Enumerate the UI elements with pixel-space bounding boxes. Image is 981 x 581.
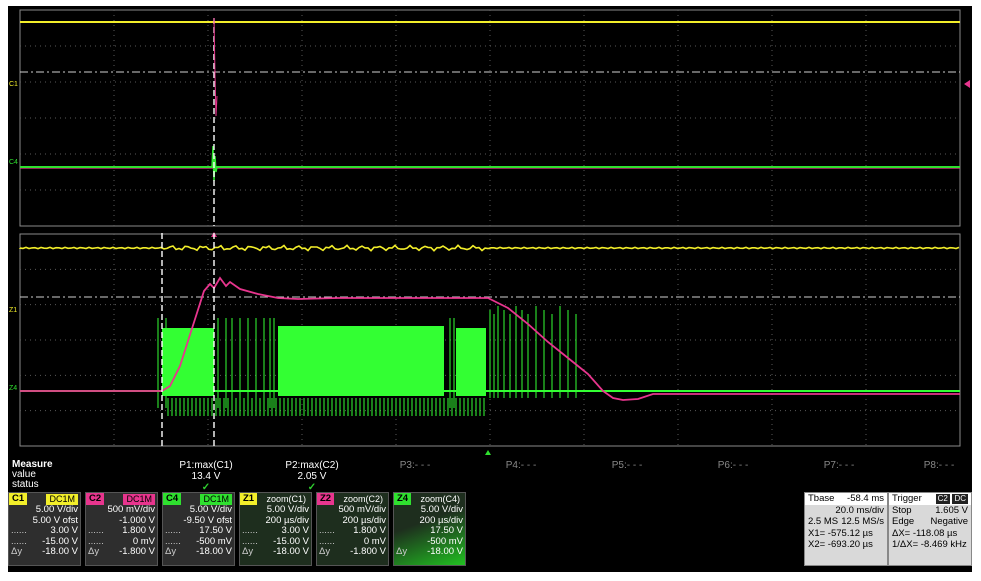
- tile-z4-source: zoom(C4): [420, 493, 460, 504]
- tile-c2-row5-key: Δy: [88, 546, 100, 557]
- tile-z4-name: Z4: [394, 493, 412, 505]
- z1-marker[interactable]: Z1: [9, 307, 17, 314]
- tile-c4-dy: -18.00 V: [196, 546, 232, 557]
- timebase-panel[interactable]: Tbase -58.4 ms 20.0 ms/div 2.5 MS 12.5 MS/…: [804, 492, 888, 566]
- tile-c2-name: C2: [86, 493, 105, 505]
- tile-c1-name: C1: [9, 493, 28, 505]
- waveform-area[interactable]: C1 C4 Z1 Z4: [8, 6, 972, 458]
- c4-marker[interactable]: C4: [9, 159, 18, 166]
- tile-c4-cursor1: 17.50 V: [199, 525, 232, 536]
- tile-c4-row3-key: ......: [165, 525, 181, 536]
- tile-c2-cursor1: 1.800 V: [122, 525, 155, 536]
- tile-z4-vdiv: 5.00 V/div: [420, 504, 463, 515]
- timebase-rate: 12.5 MS/s: [841, 516, 884, 528]
- tile-c1[interactable]: C1 DC1M 5.00 V/div 5.00 V ofst ...... 3.00…: [8, 492, 81, 566]
- param-p6[interactable]: P6:- - -: [698, 460, 768, 471]
- param-p4[interactable]: P4:- - -: [486, 460, 556, 471]
- trigger-source: C2: [935, 494, 950, 504]
- tile-z2-row3-key: ......: [319, 525, 335, 536]
- timebase-label: Tbase: [808, 493, 835, 504]
- z4-burst-block-2: [278, 326, 444, 396]
- param-p5[interactable]: P5:- - -: [592, 460, 662, 471]
- tile-c1-row5-key: Δy: [11, 546, 23, 557]
- tile-c2-vdiv: 500 mV/div: [107, 504, 155, 515]
- z4-marker[interactable]: Z4: [9, 385, 17, 392]
- tile-c4-coupling: DC1M: [200, 493, 232, 505]
- tile-z2-cursor1: 1.800 V: [353, 525, 386, 536]
- tile-z1[interactable]: Z1 zoom(C1) 5.00 V/div 200 µs/div ...... 3…: [239, 492, 312, 566]
- trigger-panel[interactable]: Trigger C2 DC Stop 1.605 V Edge Negative ΔX…: [888, 492, 972, 566]
- tile-c2[interactable]: C2 DC1M 500 mV/div -1.000 V ...... 1.800 V…: [85, 492, 158, 566]
- timebase-samples: 2.5 MS: [808, 516, 839, 528]
- tile-c2-dy: -1.800 V: [119, 546, 155, 557]
- tile-c1-row3-key: ......: [11, 525, 27, 536]
- measure-bar: Measure value status P1:max(C1) 13.4 V ✓…: [8, 458, 972, 494]
- tile-c4[interactable]: C4 DC1M 5.00 V/div -9.50 V ofst ...... 17.…: [162, 492, 235, 566]
- param-p8[interactable]: P8:- - -: [906, 460, 972, 471]
- tile-z1-vdiv: 5.00 V/div: [266, 504, 309, 515]
- upper-grid: [19, 9, 961, 227]
- tile-c1-cursor1: 3.00 V: [50, 525, 78, 536]
- tile-z2-row5-key: Δy: [319, 546, 331, 557]
- tile-c4-row5-key: Δy: [165, 546, 177, 557]
- trigger-type: Edge: [892, 516, 915, 528]
- tile-z4[interactable]: Z4 zoom(C4) 5.00 V/div 200 µs/div 17.50 V…: [393, 492, 466, 566]
- tile-z2-source: zoom(C2): [343, 493, 383, 504]
- tile-z4-row5-key: Δy: [396, 546, 408, 557]
- trigger-slope: Negative: [930, 516, 969, 528]
- tile-z1-dy: -18.00 V: [273, 546, 309, 557]
- measure-status-label: status: [12, 479, 39, 490]
- oscilloscope-screen: C1 C4 Z1 Z4 Measure value status P1:max(…: [8, 6, 972, 572]
- param-p2[interactable]: P2:max(C2) 2.05 V ✓: [272, 460, 352, 493]
- param-p7[interactable]: P7:- - -: [804, 460, 874, 471]
- tile-c4-name: C4: [163, 493, 182, 505]
- tile-z1-source: zoom(C1): [266, 493, 306, 504]
- param-p2-value: 2.05 V: [297, 471, 327, 482]
- tile-c4-vdiv: 5.00 V/div: [189, 504, 232, 515]
- z4-burst-block-3: [456, 328, 486, 396]
- tile-z1-name: Z1: [240, 493, 258, 505]
- param-p2-name: P2:max(C2): [285, 460, 339, 471]
- cursor-dx-readout: ΔX= -118.08 µs: [892, 527, 958, 539]
- tile-z1-row5-key: Δy: [242, 546, 254, 557]
- param-p1-name: P1:max(C1): [179, 460, 233, 471]
- param-p1[interactable]: P1:max(C1) 13.4 V ✓: [166, 460, 246, 493]
- param-p1-value: 13.4 V: [191, 471, 221, 482]
- tile-c2-coupling: DC1M: [123, 493, 155, 505]
- cursor-inv-dx-readout: 1/ΔX= -8.469 kHz: [892, 539, 967, 551]
- cursor-x2-readout: X2= -693.20 µs: [808, 539, 873, 551]
- param-p3[interactable]: P3:- - -: [380, 460, 450, 471]
- tile-z2-name: Z2: [317, 493, 335, 505]
- timebase-offset: -58.4 ms: [847, 493, 884, 504]
- timebase-per-div: 20.0 ms/div: [835, 504, 884, 516]
- tile-z4-cursor1: 17.50 V: [430, 525, 463, 536]
- trigger-coupling: DC: [952, 494, 968, 504]
- tile-z2-vdiv: 500 mV/div: [338, 504, 386, 515]
- tile-c1-coupling: DC1M: [46, 493, 78, 505]
- trigger-label: Trigger: [892, 493, 922, 504]
- tile-c2-row3-key: ......: [88, 525, 104, 536]
- tile-z2-dy: -1.800 V: [350, 546, 386, 557]
- trigger-pointer-c2[interactable]: [964, 80, 970, 88]
- tile-z1-cursor1: 3.00 V: [281, 525, 309, 536]
- tile-c1-vdiv: 5.00 V/div: [35, 504, 78, 515]
- trigger-mode: Stop: [892, 504, 912, 516]
- cursor-x1-readout: X1= -575.12 µs: [808, 527, 873, 539]
- trigger-level: 1.605 V: [935, 504, 968, 516]
- tile-z2[interactable]: Z2 zoom(C2) 500 mV/div 200 µs/div ...... 1…: [316, 492, 389, 566]
- trigger-marker-lower[interactable]: [485, 450, 491, 455]
- tile-z4-dy: -18.00 V: [427, 546, 463, 557]
- c1-marker[interactable]: C1: [9, 81, 18, 88]
- tile-c1-dy: -18.00 V: [42, 546, 78, 557]
- tile-z1-row3-key: ......: [242, 525, 258, 536]
